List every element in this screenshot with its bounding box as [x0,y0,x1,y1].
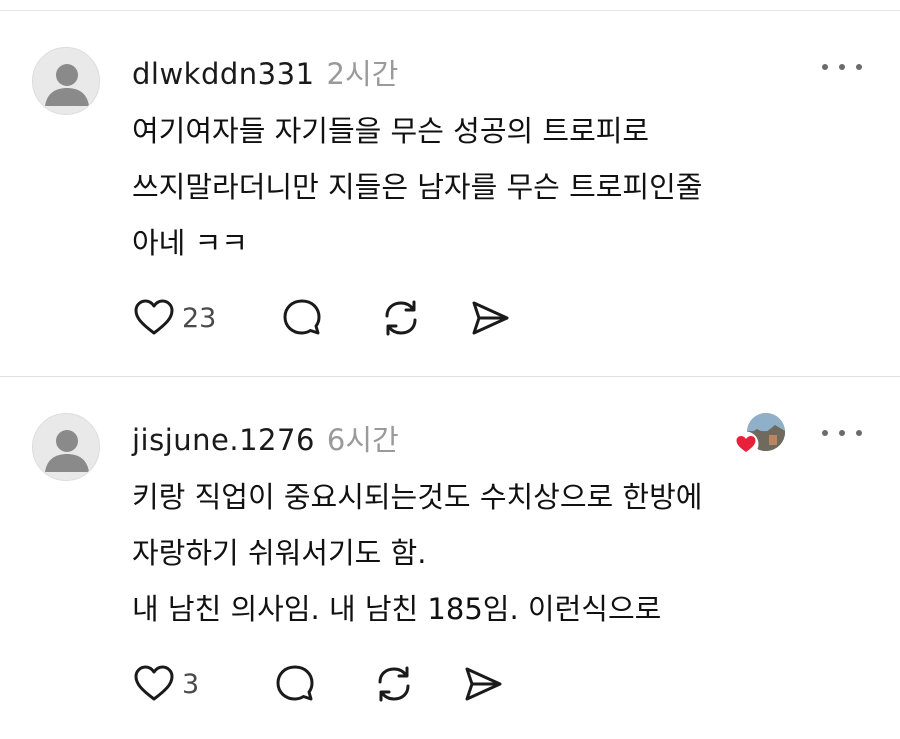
send-icon [472,301,509,335]
repost-icon [378,666,410,702]
comment-line: 아네 ㅋㅋ [132,226,248,260]
comment-line: 자랑하기 쉬워서기도 함. [132,536,427,570]
repost-icon [385,300,417,336]
reply-button[interactable] [273,662,317,706]
comment-line: 쓰지말라더니만 지들은 남자를 무슨 트로피인줄 [132,170,703,204]
comment-line: 여기여자들 자기들을 무슨 성공의 트로피로 [132,114,650,148]
comment-header: jisjune.1276 6시간 [132,417,399,457]
username[interactable]: jisjune.1276 [132,423,315,457]
reply-button[interactable] [280,296,324,340]
like-count: 23 [182,302,217,334]
speech-bubble-icon [276,665,314,701]
default-avatar-icon [33,48,99,114]
comment-line: 내 남친 의사임. 내 남친 185임. 이런식으로 [132,592,662,626]
timestamp: 2시간 [326,57,399,91]
avatar[interactable] [32,413,100,481]
default-avatar-icon [33,414,99,480]
action-bar: 3 [132,660,505,708]
heart-filled-icon [733,431,759,457]
send-icon [465,667,502,701]
repost-button[interactable] [372,662,416,706]
share-button[interactable] [461,662,505,706]
username[interactable]: dlwkddn331 [132,57,315,91]
comment: dlwkddn331 2시간 여기여자들 자기들을 무슨 성공의 트로피로 쓰지… [0,11,900,376]
comment: jisjune.1276 6시간 키랑 직업이 중요시되는것도 수치상으로 한방… [0,377,900,739]
avatar[interactable] [32,47,100,115]
heart-outline-icon [134,299,174,335]
action-bar: 23 [132,294,512,342]
like-button[interactable]: 23 [132,296,216,340]
repost-button[interactable] [379,296,423,340]
comment-text: 여기여자들 자기들을 무슨 성공의 트로피로 쓰지말라더니만 지들은 남자를 무… [132,103,852,271]
comment-line: 키랑 직업이 중요시되는것도 수치상으로 한방에 [132,480,703,514]
speech-bubble-icon [283,299,321,335]
comment-header: dlwkddn331 2시간 [132,51,398,91]
comment-text: 키랑 직업이 중요시되는것도 수치상으로 한방에 자랑하기 쉬워서기도 함. 내… [132,469,852,637]
timestamp: 6시간 [326,423,399,457]
heart-outline-icon [134,665,174,701]
liked-by-author[interactable] [733,413,787,459]
like-count: 3 [182,668,200,700]
more-options-icon[interactable] [822,55,862,79]
like-button[interactable]: 3 [132,662,199,706]
more-options-icon[interactable] [822,421,862,445]
share-button[interactable] [468,296,512,340]
